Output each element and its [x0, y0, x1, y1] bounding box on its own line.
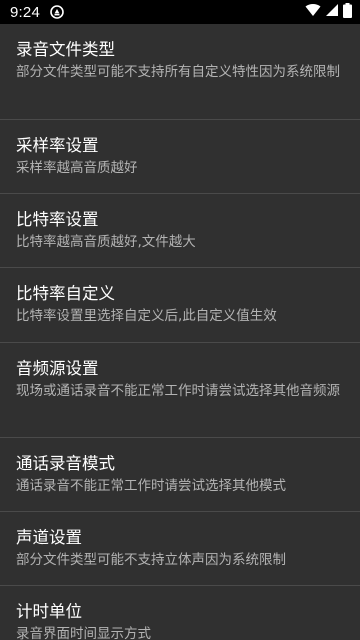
settings-list[interactable]: 录音文件类型 部分文件类型可能不支持所有自定义特性因为系统限制 采样率设置 采样… [0, 24, 360, 640]
setting-summary: 比特率设置里选择自定义后,此自定义值生效 [16, 308, 277, 324]
setting-recording-file-type[interactable]: 录音文件类型 部分文件类型可能不支持所有自定义特性因为系统限制 [0, 24, 360, 120]
setting-title: 采样率设置 [16, 136, 99, 155]
setting-title: 通话录音模式 [16, 454, 115, 473]
setting-title: 录音文件类型 [16, 40, 115, 59]
setting-title: 计时单位 [16, 602, 82, 621]
setting-title: 音频源设置 [16, 359, 99, 378]
setting-summary: 比特率越高音质越好,文件越大 [16, 234, 196, 250]
setting-summary: 部分文件类型可能不支持所有自定义特性因为系统限制 [16, 64, 340, 80]
setting-audio-source[interactable]: 音频源设置 现场或通话录音不能正常工作时请尝试选择其他音频源 [0, 343, 360, 438]
setting-channel[interactable]: 声道设置 部分文件类型可能不支持立体声因为系统限制 [0, 512, 360, 586]
setting-bitrate[interactable]: 比特率设置 比特率越高音质越好,文件越大 [0, 194, 360, 268]
setting-title: 比特率设置 [16, 210, 99, 229]
setting-custom-bitrate[interactable]: 比特率自定义 比特率设置里选择自定义后,此自定义值生效 [0, 268, 360, 343]
setting-summary: 采样率越高音质越好 [16, 160, 138, 176]
battery-icon [343, 2, 352, 22]
setting-title: 声道设置 [16, 528, 82, 547]
setting-timer-unit[interactable]: 计时单位 录音界面时间显示方式 [0, 586, 360, 640]
status-icons [305, 2, 352, 22]
signal-icon [325, 3, 339, 21]
status-time: 9:24 [10, 3, 40, 21]
setting-summary: 现场或通话录音不能正常工作时请尝试选择其他音频源 [16, 383, 340, 399]
notification-icon [50, 5, 64, 19]
wifi-icon [305, 3, 321, 21]
setting-summary: 录音界面时间显示方式 [16, 626, 151, 640]
setting-sample-rate[interactable]: 采样率设置 采样率越高音质越好 [0, 120, 360, 194]
status-bar: 9:24 [0, 0, 360, 24]
setting-call-recording-mode[interactable]: 通话录音模式 通话录音不能正常工作时请尝试选择其他模式 [0, 438, 360, 512]
setting-title: 比特率自定义 [16, 284, 115, 303]
setting-summary: 通话录音不能正常工作时请尝试选择其他模式 [16, 478, 286, 494]
setting-summary: 部分文件类型可能不支持立体声因为系统限制 [16, 552, 286, 568]
